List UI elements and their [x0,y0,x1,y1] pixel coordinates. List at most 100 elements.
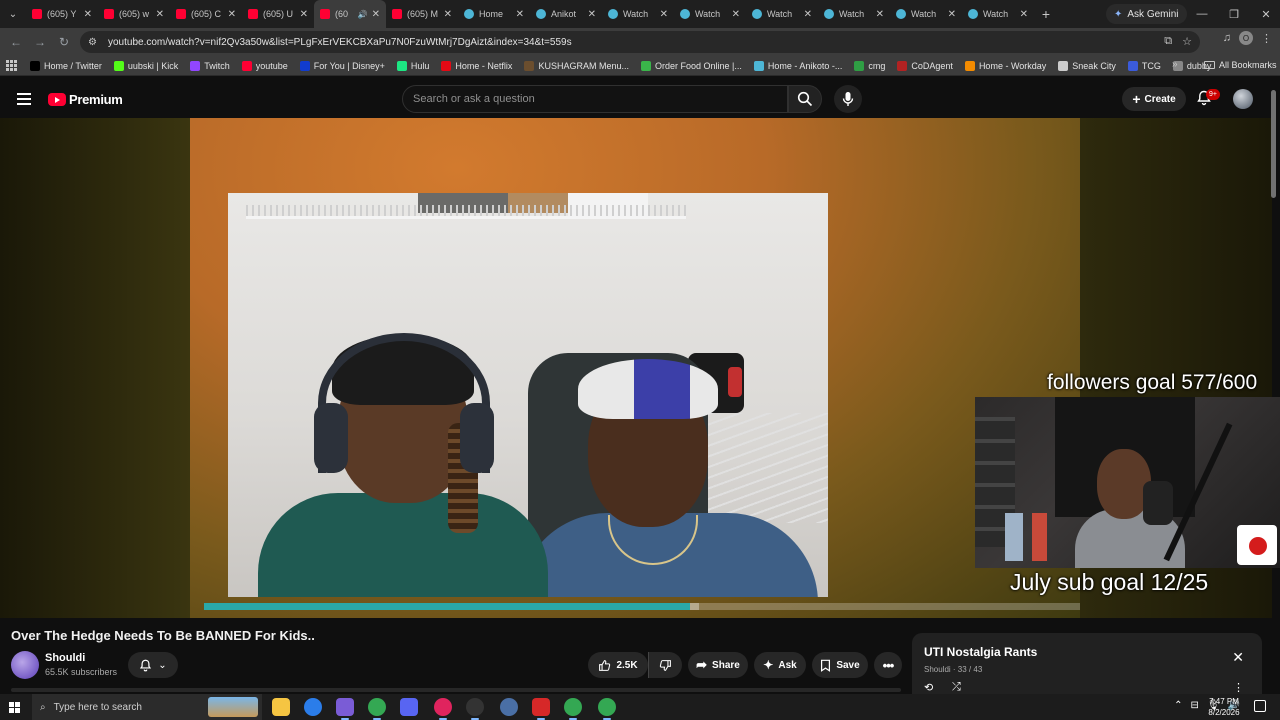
subscription-bell-button[interactable]: ⌄ [128,652,178,678]
close-tab-icon[interactable]: ✕ [1020,9,1028,20]
bookmark-item[interactable]: Sneak City [1058,60,1116,71]
browser-tab[interactable]: Watch ✕ [818,0,890,28]
browser-tab[interactable]: (605) w ✕ [98,0,170,28]
adobe-app-icon[interactable] [532,698,550,720]
browser-tab[interactable]: (605) U ✕ [242,0,314,28]
tray-overflow-icon[interactable]: ⌃ [1174,700,1182,711]
close-tab-icon[interactable]: ✕ [372,9,380,20]
playlist-menu-icon[interactable]: ⋮ [1233,681,1244,694]
close-tab-icon[interactable]: ✕ [876,9,884,20]
bookmark-item[interactable]: uubski | Kick [113,60,178,71]
bookmark-item[interactable]: TCG [1127,60,1161,71]
back-button[interactable]: ← [4,30,28,54]
search-button[interactable] [788,85,822,113]
more-bookmarks-icon[interactable]: » [1172,59,1178,70]
close-tab-icon[interactable]: ✕ [84,9,92,20]
close-tab-icon[interactable]: ✕ [300,9,308,20]
browser-tab[interactable]: (605) C ✕ [170,0,242,28]
channel-avatar[interactable] [11,651,39,679]
page-scrollbar-thumb[interactable] [1271,90,1276,198]
bookmark-item[interactable]: Home - Netflix [441,60,512,71]
browser-tab[interactable]: Watch ✕ [674,0,746,28]
bookmark-item[interactable]: youtube [241,60,288,71]
browser-tab[interactable]: Watch ✕ [602,0,674,28]
forward-button[interactable]: → [28,30,52,54]
install-app-icon[interactable]: ⧉ [1164,35,1172,48]
close-tab-icon[interactable]: ✕ [660,9,668,20]
reload-button[interactable]: ↻ [52,30,76,54]
browser-tab[interactable]: Watch ✕ [890,0,962,28]
taskbar-search-box[interactable]: ⌕ Type here to search [32,694,262,720]
browser-tab[interactable]: (605) M ✕ [386,0,458,28]
video-player[interactable] [190,118,1080,618]
network-icon[interactable]: ⊟ [1190,700,1198,711]
taskbar-clock[interactable]: 7:47 PM 8/2/2026 [1200,696,1248,718]
windows-start-icon[interactable] [0,694,28,720]
bookmark-item[interactable]: Home / Twitter [30,60,102,71]
close-tab-icon[interactable]: ✕ [804,9,812,20]
close-tab-icon[interactable]: ✕ [228,9,236,20]
dislike-button[interactable] [648,652,682,678]
media-player-icon[interactable] [434,698,452,720]
close-tab-icon[interactable]: ✕ [588,9,596,20]
new-tab-button[interactable]: + [1034,6,1058,22]
hamburger-menu-icon[interactable] [17,93,31,105]
ask-button[interactable]: ✦ Ask [754,652,806,678]
site-info-icon[interactable]: ⚙ [88,37,102,48]
discord-icon[interactable] [400,698,418,716]
shuffle-icon[interactable]: ⤮ [952,681,961,694]
browser-tab[interactable]: (605) Y ✕ [26,0,98,28]
search-input[interactable]: Search or ask a question [402,85,788,113]
app-icon-purple[interactable] [336,698,354,720]
like-button[interactable]: 2.5K [588,652,648,678]
browser-tab[interactable]: Watch ✕ [962,0,1034,28]
youtube-premium-logo[interactable]: Premium [48,92,123,107]
bookmark-item[interactable]: CoDAgent [897,60,953,71]
video-progress-bar[interactable] [204,603,1080,610]
profile-avatar[interactable]: O [1239,31,1253,45]
apps-grid-icon[interactable] [6,59,18,72]
browser-tab[interactable]: Watch ✕ [746,0,818,28]
steam-icon[interactable] [500,698,518,716]
close-tab-icon[interactable]: ✕ [516,9,524,20]
edge-browser-icon[interactable] [304,698,322,716]
browser-tab[interactable]: Home ✕ [458,0,530,28]
playlist-title[interactable]: UTI Nostalgia Rants [924,645,1037,659]
media-controls-icon[interactable]: ♫ [1223,32,1231,44]
bookmark-item[interactable]: cmg [854,60,885,71]
bookmark-item[interactable]: Hulu [396,60,429,71]
playlist-owner[interactable]: Shouldi [924,665,951,674]
minimize-button[interactable]: — [1184,0,1220,28]
browser-tab[interactable]: Anikot ✕ [530,0,602,28]
restore-button[interactable]: ❐ [1216,0,1252,28]
close-tab-icon[interactable]: ✕ [444,9,452,20]
voice-search-button[interactable] [834,85,862,113]
notification-center-icon[interactable] [1254,700,1266,712]
chrome-profile-icon[interactable] [564,698,582,720]
chrome-profile-2-icon[interactable] [598,698,616,720]
bookmark-item[interactable]: Twitch [190,60,230,71]
browser-menu-icon[interactable]: ⋮ [1261,32,1272,45]
tab-search-chevron-icon[interactable]: ⌄ [0,0,26,28]
chrome-icon[interactable] [368,698,386,720]
account-avatar[interactable] [1233,89,1253,109]
channel-name[interactable]: Shouldi [45,652,85,664]
address-bar[interactable]: ⚙ youtube.com/watch?v=nif2Qv3a50w&list=P… [80,31,1200,53]
bookmark-item[interactable]: For You | Disney+ [299,60,385,71]
bookmark-item[interactable]: Home - Anikoto -... [753,60,842,71]
file-explorer-icon[interactable] [272,698,290,716]
obs-icon[interactable] [466,698,484,720]
bookmark-item[interactable]: Order Food Online |... [640,60,742,71]
more-actions-button[interactable]: ••• [874,652,902,678]
bookmark-item[interactable]: KUSHAGRAM Menu... [524,60,629,71]
tab-audio-icon[interactable]: 🔊 [358,10,368,19]
loop-icon[interactable]: ⟲ [924,681,933,694]
close-tab-icon[interactable]: ✕ [948,9,956,20]
create-button[interactable]: + Create [1122,87,1186,111]
close-playlist-icon[interactable]: ✕ [1232,649,1244,666]
save-button[interactable]: Save [812,652,868,678]
share-button[interactable]: ➦ Share [688,652,748,678]
close-tab-icon[interactable]: ✕ [156,9,164,20]
bookmark-item[interactable]: Home - Workday [964,60,1046,71]
all-bookmarks-button[interactable]: All Bookmarks [1204,60,1277,70]
